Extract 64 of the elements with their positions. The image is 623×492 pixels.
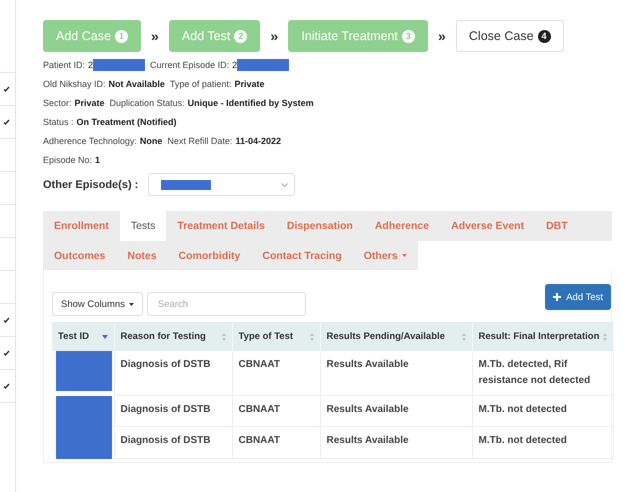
table-cell: M.Tb. not detected: [472, 396, 613, 426]
table-cell: Results Available: [320, 426, 472, 458]
info-field: Current Episode ID: 2: [150, 60, 238, 70]
tab[interactable]: DBT: [535, 211, 579, 241]
tab[interactable]: Others: [352, 241, 418, 270]
check-icon: [3, 383, 10, 389]
table-cell: Diagnosis of DSTB: [114, 396, 232, 426]
tab[interactable]: Comorbidity: [168, 241, 252, 270]
step-separator: »: [150, 28, 160, 44]
sort-icon: [222, 332, 226, 340]
info-field: Type of patient: Private: [170, 79, 264, 89]
column-header[interactable]: Results Pending/Available: [320, 322, 472, 351]
table-cell: M.Tb. not detected: [472, 426, 613, 458]
table-cell: Results Available: [320, 351, 472, 396]
tab[interactable]: Notes: [116, 241, 168, 270]
tab[interactable]: Adverse Event: [440, 211, 536, 241]
sort-icon: [462, 332, 466, 340]
field-label: Other Episode(s) :: [43, 178, 138, 190]
info-field: Next Refill Date: 11-04-2022: [167, 136, 281, 146]
show-columns-button[interactable]: Show Columns: [52, 292, 143, 316]
add-test-button[interactable]: Add Test: [545, 284, 611, 310]
column-header[interactable]: Result: Final Interpretation: [472, 322, 613, 351]
check-icon: [3, 86, 10, 92]
info-field: Status : On Treatment (Notified): [43, 117, 177, 127]
sort-icon: [310, 332, 314, 340]
table-cell: Results Available: [320, 396, 472, 426]
tab[interactable]: Tests: [120, 211, 166, 241]
step-separator: »: [269, 28, 280, 44]
table-cell: M.Tb. detected, Rif resistance not detected: [472, 351, 613, 396]
tab[interactable]: Contact Tracing: [251, 241, 353, 270]
check-icon: [3, 350, 10, 356]
caret-icon: [128, 302, 134, 306]
info-field: Adherence Technology: None: [43, 136, 162, 146]
check-icon: [3, 119, 10, 125]
tab[interactable]: Dispensation: [276, 211, 364, 241]
step-separator: »: [437, 28, 447, 44]
tab[interactable]: Outcomes: [43, 241, 116, 270]
table-cell: CBNAAT: [232, 351, 320, 396]
sort-icon: [602, 332, 606, 340]
sort-down-icon: [102, 334, 108, 338]
tab[interactable]: Treatment Details: [166, 211, 276, 241]
info-field: Duplication Status: Unique - Identified by System: [110, 98, 314, 108]
table-cell: Diagnosis of DSTB: [114, 426, 232, 458]
table-cell: CBNAAT: [232, 396, 320, 426]
episode-select[interactable]: [148, 173, 296, 196]
chevron-icon: [281, 182, 288, 186]
table-cell: Diagnosis of DSTB: [114, 351, 232, 396]
info-field: Episode No: 1: [43, 155, 100, 165]
column-header[interactable]: Type of Test: [232, 322, 320, 351]
table-cell: CBNAAT: [232, 426, 320, 458]
info-field: Patient ID: 2: [43, 60, 94, 70]
tab[interactable]: Enrollment: [43, 211, 120, 241]
column-header[interactable]: Test ID: [52, 322, 114, 351]
check-icon: [3, 317, 10, 323]
info-field: Sector: Private: [43, 98, 105, 108]
step-button[interactable]: Add Test 2: [168, 20, 260, 52]
step-button[interactable]: Initiate Treatment 3: [288, 20, 428, 52]
info-field: Old Nikshay ID: Not Available: [43, 79, 165, 89]
plus-icon: [553, 293, 562, 301]
tab[interactable]: Adherence: [364, 211, 440, 241]
search-field[interactable]: Search: [146, 292, 306, 316]
step-button[interactable]: Add Case 1: [43, 20, 141, 52]
column-header[interactable]: Reason for Testing: [114, 322, 232, 351]
step-button[interactable]: Close Case 4: [456, 20, 564, 52]
